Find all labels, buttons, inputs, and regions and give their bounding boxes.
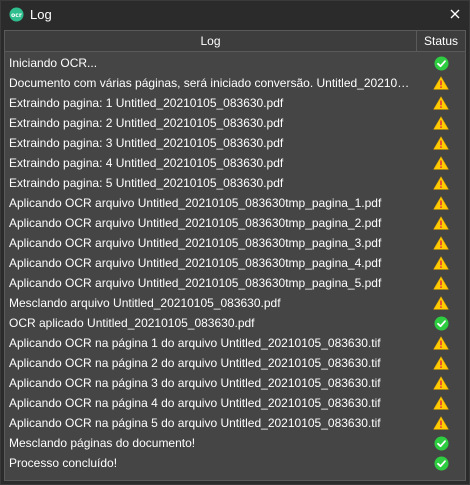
log-message: Aplicando OCR arquivo Untitled_20210105_… bbox=[9, 276, 382, 290]
svg-text:ocr: ocr bbox=[11, 12, 22, 19]
status-cell bbox=[417, 453, 465, 473]
log-message: Aplicando OCR na página 1 do arquivo Unt… bbox=[9, 336, 381, 350]
log-message: Aplicando OCR arquivo Untitled_20210105_… bbox=[9, 236, 382, 250]
log-message: Aplicando OCR arquivo Untitled_20210105_… bbox=[9, 216, 382, 230]
log-message: OCR aplicado Untitled_20210105_083630.pd… bbox=[9, 316, 255, 330]
log-window: ocr Log Log Status Iniciando OCR... Docum… bbox=[0, 0, 470, 485]
log-message: Aplicando OCR arquivo Untitled_20210105_… bbox=[9, 196, 382, 210]
warning-triangle-icon bbox=[433, 196, 449, 210]
table-row[interactable]: Aplicando OCR na página 3 do arquivo Unt… bbox=[5, 373, 465, 393]
table-row[interactable]: Mesclando páginas do documento! bbox=[5, 433, 465, 453]
table-row[interactable]: Extraindo pagina: 4 Untitled_20210105_08… bbox=[5, 153, 465, 173]
log-message: Documento com várias páginas, será inici… bbox=[9, 76, 415, 90]
status-cell bbox=[417, 393, 465, 413]
status-cell bbox=[417, 113, 465, 133]
warning-triangle-icon bbox=[433, 276, 449, 290]
log-message: Aplicando OCR na página 2 do arquivo Unt… bbox=[9, 356, 381, 370]
log-message: Extraindo pagina: 4 Untitled_20210105_08… bbox=[9, 156, 284, 170]
warning-triangle-icon bbox=[433, 256, 449, 270]
log-message: Mesclando arquivo Untitled_20210105_0836… bbox=[9, 296, 281, 310]
log-message: Iniciando OCR... bbox=[9, 56, 98, 70]
table-row[interactable]: Documento com várias páginas, será inici… bbox=[5, 73, 465, 93]
log-message: Processo concluído! bbox=[9, 456, 118, 470]
warning-triangle-icon bbox=[433, 336, 449, 350]
log-message: Extraindo pagina: 1 Untitled_20210105_08… bbox=[9, 96, 284, 110]
table-row[interactable]: Extraindo pagina: 3 Untitled_20210105_08… bbox=[5, 133, 465, 153]
table-row[interactable]: Aplicando OCR na página 4 do arquivo Unt… bbox=[5, 393, 465, 413]
status-cell bbox=[417, 213, 465, 233]
status-cell bbox=[417, 353, 465, 373]
table-row[interactable]: Mesclando arquivo Untitled_20210105_0836… bbox=[5, 293, 465, 313]
log-message: Mesclando páginas do documento! bbox=[9, 436, 196, 450]
log-message: Aplicando OCR na página 5 do arquivo Unt… bbox=[9, 416, 381, 430]
status-cell bbox=[417, 333, 465, 353]
table-row[interactable]: Aplicando OCR na página 2 do arquivo Unt… bbox=[5, 353, 465, 373]
table-row[interactable]: OCR aplicado Untitled_20210105_083630.pd… bbox=[5, 313, 465, 333]
status-cell bbox=[417, 133, 465, 153]
log-message: Aplicando OCR na página 4 do arquivo Unt… bbox=[9, 396, 381, 410]
app-logo-icon: ocr bbox=[9, 7, 24, 22]
table-row[interactable]: Aplicando OCR na página 5 do arquivo Unt… bbox=[5, 413, 465, 433]
table-row[interactable]: Extraindo pagina: 2 Untitled_20210105_08… bbox=[5, 113, 465, 133]
column-header-status[interactable]: Status bbox=[417, 31, 465, 51]
status-cell bbox=[417, 153, 465, 173]
log-message: Extraindo pagina: 2 Untitled_20210105_08… bbox=[9, 116, 284, 130]
status-cell bbox=[417, 313, 465, 333]
close-button[interactable] bbox=[441, 1, 469, 28]
table-row[interactable]: Extraindo pagina: 1 Untitled_20210105_08… bbox=[5, 93, 465, 113]
status-cell bbox=[417, 433, 465, 453]
table-row[interactable]: Aplicando OCR arquivo Untitled_20210105_… bbox=[5, 273, 465, 293]
status-cell bbox=[417, 413, 465, 433]
warning-triangle-icon bbox=[433, 236, 449, 250]
close-icon bbox=[450, 6, 460, 24]
warning-triangle-icon bbox=[433, 296, 449, 310]
status-cell bbox=[417, 73, 465, 93]
status-cell bbox=[417, 53, 465, 73]
table-row[interactable]: Aplicando OCR arquivo Untitled_20210105_… bbox=[5, 253, 465, 273]
table-row[interactable]: Aplicando OCR arquivo Untitled_20210105_… bbox=[5, 213, 465, 233]
log-table[interactable]: Log Status Iniciando OCR... Documento com… bbox=[4, 30, 466, 481]
status-cell bbox=[417, 173, 465, 193]
warning-triangle-icon bbox=[433, 156, 449, 170]
status-cell bbox=[417, 373, 465, 393]
table-row[interactable]: Iniciando OCR... bbox=[5, 53, 465, 73]
warning-triangle-icon bbox=[433, 416, 449, 430]
table-row[interactable]: Processo concluído! bbox=[5, 453, 465, 473]
status-cell bbox=[417, 93, 465, 113]
warning-triangle-icon bbox=[433, 76, 449, 90]
table-row[interactable]: Extraindo pagina: 5 Untitled_20210105_08… bbox=[5, 173, 465, 193]
check-circle-icon bbox=[434, 56, 449, 71]
warning-triangle-icon bbox=[433, 96, 449, 110]
warning-triangle-icon bbox=[433, 116, 449, 130]
table-row[interactable]: Aplicando OCR arquivo Untitled_20210105_… bbox=[5, 193, 465, 213]
window-title: Log bbox=[30, 7, 52, 22]
table-row[interactable]: Aplicando OCR arquivo Untitled_20210105_… bbox=[5, 233, 465, 253]
table-row[interactable]: Aplicando OCR na página 1 do arquivo Unt… bbox=[5, 333, 465, 353]
check-circle-icon bbox=[434, 436, 449, 451]
log-message: Aplicando OCR na página 3 do arquivo Unt… bbox=[9, 376, 381, 390]
status-cell bbox=[417, 233, 465, 253]
status-cell bbox=[417, 253, 465, 273]
warning-triangle-icon bbox=[433, 176, 449, 190]
warning-triangle-icon bbox=[433, 136, 449, 150]
log-message: Aplicando OCR arquivo Untitled_20210105_… bbox=[9, 256, 382, 270]
warning-triangle-icon bbox=[433, 356, 449, 370]
status-cell bbox=[417, 193, 465, 213]
log-message: Extraindo pagina: 3 Untitled_20210105_08… bbox=[9, 136, 284, 150]
title-bar[interactable]: ocr Log bbox=[1, 1, 469, 28]
table-body: Iniciando OCR... Documento com várias pág… bbox=[5, 53, 465, 473]
warning-triangle-icon bbox=[433, 216, 449, 230]
log-message: Extraindo pagina: 5 Untitled_20210105_08… bbox=[9, 176, 284, 190]
status-cell bbox=[417, 273, 465, 293]
check-circle-icon bbox=[434, 456, 449, 471]
table-header: Log Status bbox=[5, 31, 465, 52]
status-cell bbox=[417, 293, 465, 313]
warning-triangle-icon bbox=[433, 376, 449, 390]
check-circle-icon bbox=[434, 316, 449, 331]
warning-triangle-icon bbox=[433, 396, 449, 410]
column-header-log[interactable]: Log bbox=[5, 31, 417, 51]
